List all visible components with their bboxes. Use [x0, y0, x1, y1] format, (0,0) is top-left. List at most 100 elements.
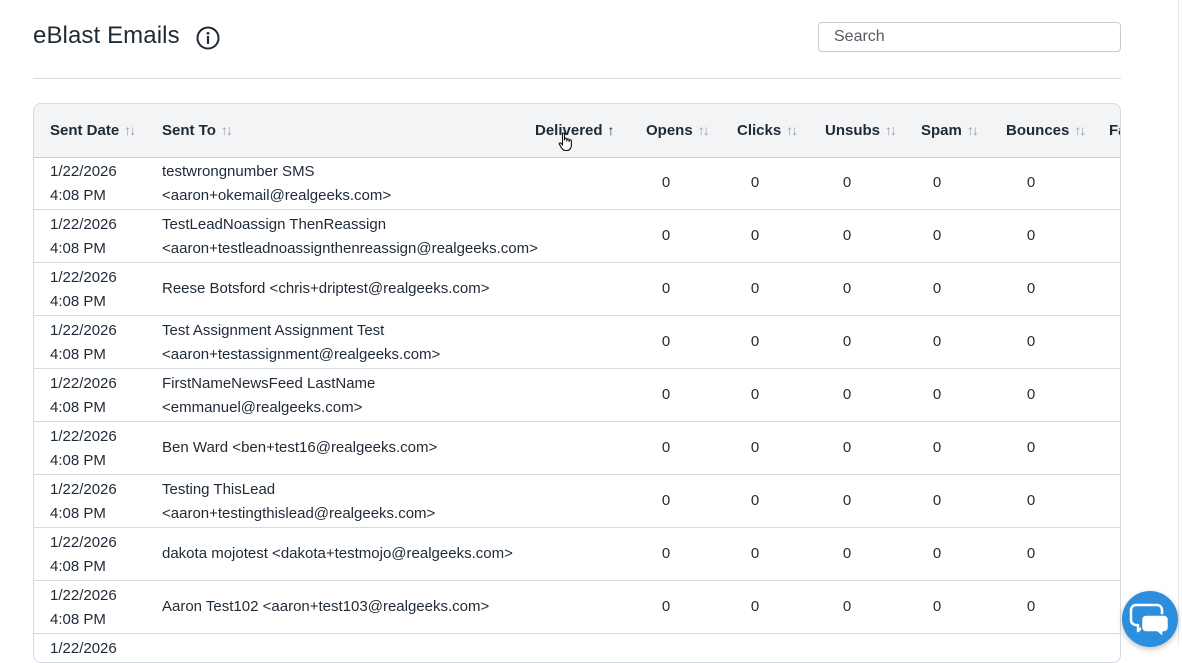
sent-to-line: Aaron Test102 <aaron+test103@realgeeks.c… — [162, 598, 490, 615]
chat-button[interactable] — [1122, 591, 1178, 647]
sent-to-line: TestLeadNoassign ThenReassign — [162, 216, 387, 233]
opens-cell: 0 — [661, 545, 671, 562]
sent-date-cell: 1/22/2026 4:08 PM — [50, 478, 117, 526]
info-icon[interactable] — [196, 26, 220, 50]
column-header-sent-to[interactable]: Sent To ↑↓ — [162, 104, 233, 157]
opens-cell: 0 — [661, 386, 671, 403]
bounces-cell: 0 — [1026, 545, 1036, 562]
table-row[interactable]: 1/22/2026 4:08 PM Reese Botsford <chris+dr… — [34, 263, 1120, 316]
table-row[interactable]: 1/22/2026 4:08 PM FirstNameNewsFeed LastNa… — [34, 369, 1120, 422]
column-header-label: Sent To — [162, 122, 216, 139]
clicks-cell: 0 — [750, 174, 760, 191]
sent-time: 4:08 PM — [50, 558, 106, 575]
column-header-delivered[interactable]: Delivered ↑ — [535, 104, 615, 157]
sent-date-cell: 1/22/2026 — [50, 637, 117, 661]
sent-to-line: Test Assignment Assignment Test — [162, 322, 385, 339]
opens-cell: 0 — [661, 174, 671, 191]
column-header-bounces[interactable]: Bounces ↑↓ — [1006, 104, 1086, 157]
bounces-cell: 0 — [1026, 492, 1036, 509]
unsubs-cell: 0 — [842, 174, 852, 191]
sent-time: 4:08 PM — [50, 240, 106, 257]
column-header-label: Spam — [921, 122, 962, 139]
sent-to-line: Testing ThisLead — [162, 481, 276, 498]
table-row[interactable]: 1/22/2026 4:08 PM Ben Ward <ben+test16@rea… — [34, 422, 1120, 475]
unsubs-cell: 0 — [842, 227, 852, 244]
opens-cell: 0 — [661, 280, 671, 297]
sent-date-cell: 1/22/2026 4:08 PM — [50, 531, 117, 579]
opens-cell: 0 — [661, 492, 671, 509]
sent-date: 1/22/2026 — [50, 640, 117, 657]
column-header-label: Unsubs — [825, 122, 881, 139]
sent-date-cell: 1/22/2026 4:08 PM — [50, 372, 117, 420]
table-header: Sent Date ↑↓ Sent To ↑↓ Delivered ↑ Opens ↑↓… — [34, 104, 1120, 158]
column-header-spam[interactable]: Spam ↑↓ — [921, 104, 979, 157]
table-row[interactable]: 1/22/2026 4:08 PM Testing ThisLead <aaron+t… — [34, 475, 1120, 528]
opens-cell: 0 — [661, 598, 671, 615]
sent-date: 1/22/2026 — [50, 269, 117, 286]
sent-date-cell: 1/22/2026 4:08 PM — [50, 425, 117, 473]
sort-icon: ↑↓ — [786, 122, 798, 138]
column-header-sent-date[interactable]: Sent Date ↑↓ — [50, 104, 136, 157]
page-edge-divider — [1178, 0, 1179, 646]
sent-to-line: <aaron+testleadnoassignthenreassign@real… — [162, 240, 538, 257]
table-row[interactable]: 1/22/2026 — [34, 634, 1120, 662]
column-header-clicks[interactable]: Clicks ↑↓ — [737, 104, 798, 157]
sent-to-cell: Testing ThisLead <aaron+testingthislead@r… — [162, 478, 435, 526]
sent-time: 4:08 PM — [50, 346, 106, 363]
sort-ascending-icon: ↑ — [607, 122, 615, 138]
spam-cell: 0 — [932, 439, 942, 456]
sort-icon: ↑↓ — [1074, 122, 1086, 138]
column-header-unsubs[interactable]: Unsubs ↑↓ — [825, 104, 897, 157]
bounces-cell: 0 — [1026, 280, 1036, 297]
table-row[interactable]: 1/22/2026 4:08 PM TestLeadNoassign ThenRea… — [34, 210, 1120, 263]
clicks-cell: 0 — [750, 439, 760, 456]
column-header-fa[interactable]: Fa — [1109, 104, 1120, 157]
unsubs-cell: 0 — [842, 333, 852, 350]
sent-date-cell: 1/22/2026 4:08 PM — [50, 266, 117, 314]
table-row[interactable]: 1/22/2026 4:08 PM Test Assignment Assignme… — [34, 316, 1120, 369]
column-header-label: Fa — [1109, 122, 1120, 139]
sent-time: 4:08 PM — [50, 187, 106, 204]
sent-time: 4:08 PM — [50, 611, 106, 628]
sent-to-line: dakota mojotest <dakota+testmojo@realgee… — [162, 545, 513, 562]
sent-to-line: <aaron+testingthislead@realgeeks.com> — [162, 505, 436, 522]
header-divider — [33, 78, 1121, 79]
table-body: 1/22/2026 4:08 PM testwrongnumber SMS <aaro… — [34, 157, 1120, 662]
sent-date-cell: 1/22/2026 4:08 PM — [50, 319, 117, 367]
sent-to-cell: TestLeadNoassign ThenReassign <aaron+test… — [162, 213, 538, 261]
table-row[interactable]: 1/22/2026 4:08 PM Aaron Test102 <aaron+tes… — [34, 581, 1120, 634]
clicks-cell: 0 — [750, 280, 760, 297]
clicks-cell: 0 — [750, 333, 760, 350]
sent-to-cell: Ben Ward <ben+test16@realgeeks.com> — [162, 436, 437, 460]
sent-to-line: Reese Botsford <chris+driptest@realgeeks… — [162, 280, 490, 297]
sent-to-cell: FirstNameNewsFeed LastName <emmanuel@real… — [162, 372, 375, 420]
bounces-cell: 0 — [1026, 386, 1036, 403]
sent-time: 4:08 PM — [50, 452, 106, 469]
eblast-table: Sent Date ↑↓ Sent To ↑↓ Delivered ↑ Opens ↑↓… — [33, 103, 1121, 663]
column-header-label: Opens — [646, 122, 693, 139]
sent-to-line: FirstNameNewsFeed LastName — [162, 375, 376, 392]
page-header: eBlast Emails — [33, 18, 1121, 58]
sent-to-line: testwrongnumber SMS — [162, 163, 315, 180]
bounces-cell: 0 — [1026, 174, 1036, 191]
unsubs-cell: 0 — [842, 386, 852, 403]
sent-date: 1/22/2026 — [50, 216, 117, 233]
table-row[interactable]: 1/22/2026 4:08 PM dakota mojotest <dakota+… — [34, 528, 1120, 581]
opens-cell: 0 — [661, 333, 671, 350]
sent-to-cell: Aaron Test102 <aaron+test103@realgeeks.c… — [162, 595, 489, 619]
sort-icon: ↑↓ — [124, 122, 136, 138]
sort-icon: ↑↓ — [220, 122, 233, 138]
sent-time: 4:08 PM — [50, 399, 106, 416]
search-input[interactable] — [818, 22, 1121, 52]
sent-time: 4:08 PM — [50, 505, 106, 522]
spam-cell: 0 — [932, 598, 942, 615]
sent-to-cell: Reese Botsford <chris+driptest@realgeeks… — [162, 277, 489, 301]
sent-to-line: <aaron+testassignment@realgeeks.com> — [162, 346, 441, 363]
bounces-cell: 0 — [1026, 598, 1036, 615]
bounces-cell: 0 — [1026, 227, 1036, 244]
spam-cell: 0 — [932, 492, 942, 509]
table-row[interactable]: 1/22/2026 4:08 PM testwrongnumber SMS <aaro… — [34, 157, 1120, 210]
column-header-opens[interactable]: Opens ↑↓ — [646, 104, 710, 157]
unsubs-cell: 0 — [842, 280, 852, 297]
sent-date: 1/22/2026 — [50, 375, 117, 392]
